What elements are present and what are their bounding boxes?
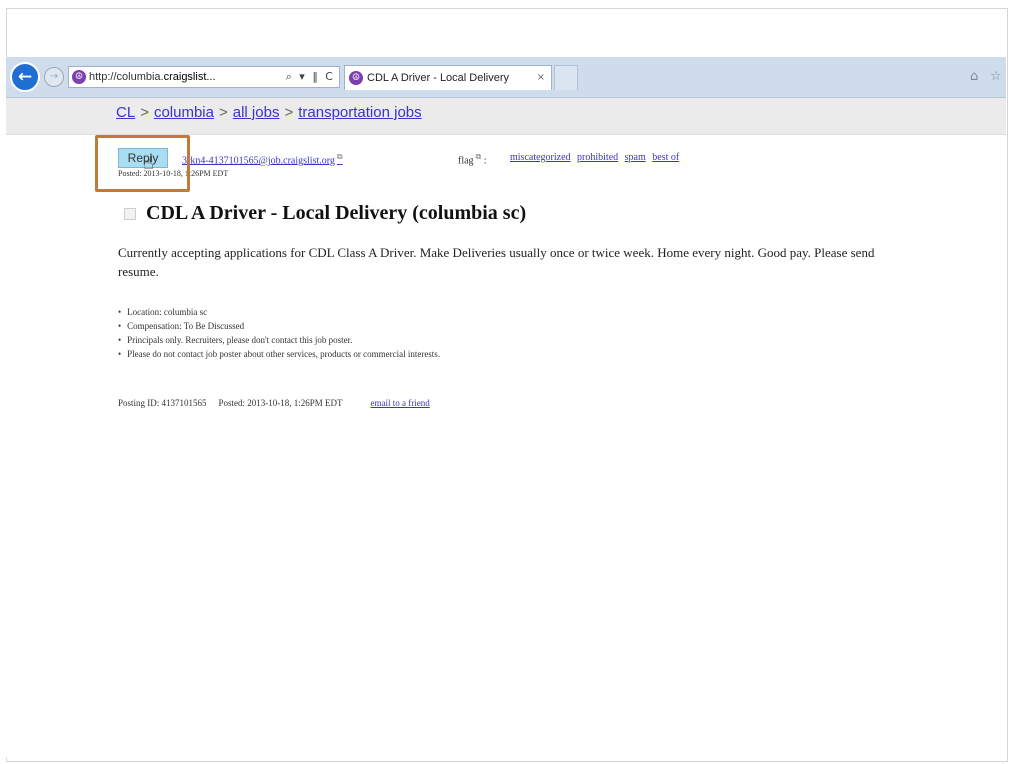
site-icon: ☮ <box>72 70 86 84</box>
flag-spam-link[interactable]: spam <box>625 152 646 163</box>
breadcrumb-all-jobs[interactable]: all jobs <box>233 104 280 121</box>
favorite-star-icon[interactable] <box>124 207 136 220</box>
post-body: Currently accepting applications for CDL… <box>118 245 875 279</box>
breadcrumb-separator: > <box>284 104 294 121</box>
back-button[interactable]: ← <box>10 62 40 92</box>
post-attributes: Location: columbia sc Compensation: To B… <box>118 305 440 361</box>
tab-close-icon[interactable]: × <box>537 66 545 90</box>
new-tab-button[interactable] <box>554 65 578 90</box>
browser-toolbar: ← → ☮ http://columbia.craigslist... ⌕ ▾ … <box>6 57 1006 98</box>
hand-cursor-icon: ☝ <box>143 153 154 174</box>
tab-cdl-driver[interactable]: ☮ CDL A Driver - Local Delivery × <box>344 65 552 90</box>
posted-date: Posted: 2013-10-18, 1:26PM EDT <box>218 398 343 408</box>
breadcrumb-separator: > <box>218 104 228 121</box>
flag-separator: : <box>483 155 487 167</box>
breadcrumb-transportation-jobs[interactable]: transportation jobs <box>298 104 421 121</box>
flag-best-of-link[interactable]: best of <box>652 152 679 163</box>
tab-title: CDL A Driver - Local Delivery <box>367 72 510 84</box>
breadcrumb-columbia[interactable]: columbia <box>154 104 214 121</box>
address-host: craigslist... <box>163 71 216 83</box>
reply-email-text: 3rkn4-4137101565@job.craigslist.org <box>182 155 335 167</box>
address-prefix: http://columbia. <box>89 71 164 83</box>
breadcrumb-bar: CL > columbia > all jobs > transportation jobs <box>6 98 1006 135</box>
page-content: CL > columbia > all jobs > transportation jobs… <box>6 98 1006 758</box>
flag-prohibited-link[interactable]: prohibited <box>577 152 618 163</box>
posting-id: Posting ID: 4137101565 <box>118 398 207 408</box>
flag-text: flag <box>458 155 474 167</box>
flag-label: flag ⧉ : <box>458 152 487 166</box>
home-icon[interactable]: ⌂ <box>970 69 978 84</box>
attribute-no-solicit: Please do not contact job poster about o… <box>118 347 440 361</box>
attribute-location: Location: columbia sc <box>118 305 440 319</box>
tab-site-icon: ☮ <box>349 71 363 85</box>
title-row: CDL A Driver - Local Delivery (columbia … <box>124 202 526 225</box>
attribute-compensation: Compensation: To Be Discussed <box>118 319 440 333</box>
post-footer: Posting ID: 4137101565 Posted: 2013-10-18… <box>118 398 430 408</box>
post-title: CDL A Driver - Local Delivery (columbia … <box>146 202 527 224</box>
breadcrumb-separator: > <box>140 104 149 121</box>
reply-email-link[interactable]: 3rkn4-4137101565@job.craigslist.org ⧉ <box>182 152 343 166</box>
address-bar[interactable]: ☮ http://columbia.craigslist... ⌕ ▾ ‖ C <box>68 66 340 88</box>
flag-miscategorized-link[interactable]: miscategorized <box>510 152 571 163</box>
flag-links: miscategorized prohibited spam best of <box>510 152 683 163</box>
external-link-icon: ⧉ <box>336 152 343 161</box>
breadcrumb: CL > columbia > all jobs > transportation jobs <box>116 104 422 121</box>
address-tools-icon[interactable]: ⌕ ▾ ‖ C <box>286 67 335 87</box>
breadcrumb-cl[interactable]: CL <box>116 104 135 121</box>
attribute-principals-only: Principals only. Recruiters, please don'… <box>118 333 440 347</box>
flag-help-icon[interactable]: ⧉ <box>476 152 482 161</box>
favorites-icon[interactable]: ☆ <box>990 69 1002 84</box>
forward-button[interactable]: → <box>44 67 64 87</box>
email-to-friend-link[interactable]: email to a friend <box>371 398 430 408</box>
